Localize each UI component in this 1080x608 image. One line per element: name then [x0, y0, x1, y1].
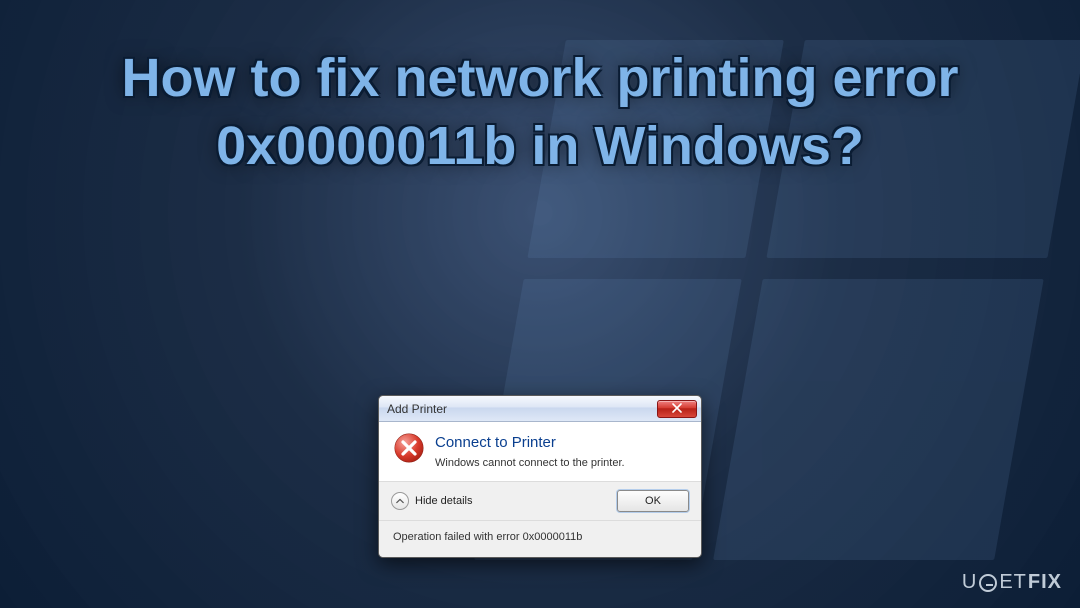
dialog-body: Connect to Printer Windows cannot connec…: [379, 422, 701, 482]
dialog-details: Operation failed with error 0x0000011b: [379, 521, 701, 557]
dialog-message: Windows cannot connect to the printer.: [435, 457, 687, 469]
close-icon: [672, 402, 682, 416]
dialog-titlebar[interactable]: Add Printer: [379, 396, 701, 422]
ok-button[interactable]: OK: [617, 490, 689, 512]
page-title: How to fix network printing error 0x0000…: [0, 45, 1080, 180]
hide-details-toggle[interactable]: Hide details: [391, 492, 472, 510]
watermark-prefix: U: [962, 571, 977, 594]
dialog-controls: Hide details OK: [379, 482, 701, 521]
hide-details-label: Hide details: [415, 495, 472, 507]
error-icon: [393, 432, 425, 464]
watermark-suffix: FIX: [1028, 571, 1062, 594]
watermark-middle: ET: [999, 571, 1027, 594]
ok-button-label: OK: [645, 495, 661, 507]
add-printer-dialog: Add Printer Connect to Printer Windows: [378, 395, 702, 558]
target-icon: [979, 574, 997, 592]
watermark-logo: U ET FIX: [962, 571, 1062, 594]
close-button[interactable]: [657, 400, 697, 418]
dialog-title: Add Printer: [387, 402, 447, 416]
chevron-up-icon: [391, 492, 409, 510]
dialog-heading: Connect to Printer: [435, 434, 687, 451]
